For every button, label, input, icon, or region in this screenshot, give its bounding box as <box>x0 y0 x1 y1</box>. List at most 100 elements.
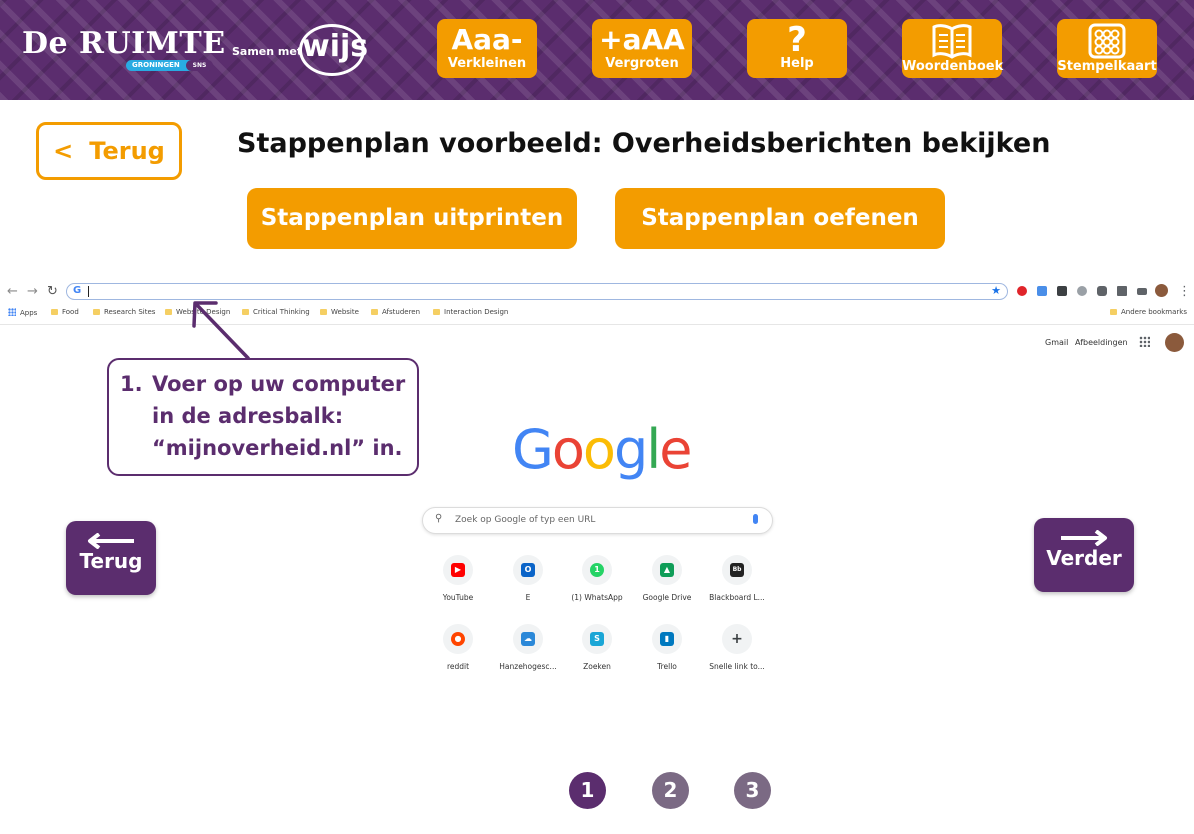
print-plan-button[interactable]: Stappenplan uitprinten <box>247 188 577 249</box>
google-account-avatar[interactable] <box>1165 333 1184 352</box>
instruction-number: 1. <box>120 372 143 396</box>
shortcut-label: Google Drive <box>642 593 692 602</box>
youtube-icon: ▶ <box>451 563 465 577</box>
extension-icon-5[interactable] <box>1097 286 1107 296</box>
puzzle-icon[interactable] <box>1117 286 1127 296</box>
extension-icon-2[interactable] <box>1037 286 1047 296</box>
google-search-box[interactable]: ⚲ Zoek op Google of typ een URL <box>422 507 773 534</box>
bookmark-apps[interactable]: Apps <box>8 308 37 317</box>
help-label: Help <box>780 56 814 71</box>
wijs-logo: wijs <box>299 24 368 76</box>
google-apps-icon[interactable] <box>1139 336 1150 347</box>
bookmark-website[interactable]: Website <box>320 308 359 316</box>
next-button[interactable]: Verder <box>1034 518 1134 592</box>
shortcut-google-drive[interactable]: ▲ Google Drive <box>637 555 697 602</box>
step-2-indicator[interactable]: 2 <box>652 772 689 809</box>
folder-icon <box>51 309 58 315</box>
practice-plan-button[interactable]: Stappenplan oefenen <box>615 188 945 249</box>
shortcut-zoeken[interactable]: S Zoeken <box>567 624 627 671</box>
zoeken-icon: S <box>590 632 604 646</box>
stamp-card-icon <box>1088 23 1126 59</box>
verkleinen-button[interactable]: Aaa- Verkleinen <box>437 19 537 78</box>
plus-icon: + <box>731 631 743 647</box>
chevron-left-icon: < <box>53 137 74 165</box>
arrow-left-icon <box>88 533 134 549</box>
extension-icon-4[interactable] <box>1077 286 1087 296</box>
shortcut-youtube[interactable]: ▶ YouTube <box>428 555 488 602</box>
vergroten-label: Vergroten <box>605 56 679 71</box>
bookmark-star-icon[interactable]: ★ <box>991 284 1001 297</box>
top-banner: De RUIMTE GRONINGEN SNS Samen met wijs A… <box>0 0 1194 100</box>
folder-icon <box>93 309 100 315</box>
profile-avatar[interactable] <box>1155 284 1168 297</box>
instruction-box: 1. Voer op uw computer in de adresbalk: … <box>107 358 419 476</box>
previous-button[interactable]: Terug <box>66 521 156 595</box>
folder-icon <box>165 309 172 315</box>
shortcut-label: Blackboard L... <box>709 593 765 602</box>
woordenboek-button[interactable]: Woordenboek <box>902 19 1004 78</box>
shortcut-label: Trello <box>657 662 677 671</box>
folder-icon <box>371 309 378 315</box>
page-title: Stappenplan voorbeeld: Overheidsberichte… <box>237 128 1051 159</box>
trello-icon: ▮ <box>660 632 674 646</box>
google-logo: Google <box>512 418 692 481</box>
vergroten-button[interactable]: +aAA Vergroten <box>592 19 692 78</box>
book-icon <box>932 24 972 59</box>
browser-reload-icon[interactable]: ↻ <box>47 284 58 299</box>
logo-de-ruimte[interactable]: De RUIMTE <box>22 26 226 61</box>
step-3-indicator[interactable]: 3 <box>734 772 771 809</box>
outlook-icon: O <box>521 563 535 577</box>
bookmark-food[interactable]: Food <box>51 308 79 316</box>
shortcut-whatsapp[interactable]: 1 (1) WhatsApp <box>567 555 627 602</box>
reading-list-icon[interactable] <box>1137 288 1147 295</box>
blackboard-icon: Bb <box>730 563 744 577</box>
shortcut-hanzehogeschool[interactable]: ☁ Hanzehogesc... <box>498 624 558 671</box>
google-drive-icon: ▲ <box>660 563 674 577</box>
shortcut-label: E <box>525 593 531 602</box>
search-placeholder: Zoek op Google of typ een URL <box>455 515 596 525</box>
shortcut-outlook[interactable]: OE <box>498 555 558 602</box>
browser-forward-icon[interactable]: → <box>27 284 38 299</box>
text-caret <box>88 286 89 297</box>
shortcut-blackboard[interactable]: Bb Blackboard L... <box>707 555 767 602</box>
question-icon: ? <box>787 20 807 60</box>
cloud-icon: ☁ <box>521 632 535 646</box>
woordenboek-label: Woordenboek <box>902 59 1004 74</box>
kebab-menu-icon[interactable]: ⋮ <box>1178 284 1191 299</box>
stempelkaart-label: Stempelkaart <box>1057 59 1157 74</box>
browser-back-icon[interactable]: ← <box>7 284 18 299</box>
folder-icon <box>433 309 440 315</box>
opera-ext-icon[interactable] <box>1017 286 1027 296</box>
instruction-text: Voer op uw computer in de adresbalk: “mi… <box>152 372 406 460</box>
shortcut-add[interactable]: + Snelle link to... <box>707 624 767 671</box>
search-icon: ⚲ <box>435 513 443 524</box>
bookmark-afstuderen[interactable]: Afstuderen <box>371 308 420 316</box>
reddit-icon: ● <box>451 632 465 646</box>
logo-sns: SNS <box>186 60 213 71</box>
shortcut-trello[interactable]: ▮ Trello <box>637 624 697 671</box>
shortcut-reddit[interactable]: ● reddit <box>428 624 488 671</box>
step-1-indicator[interactable]: 1 <box>569 772 606 809</box>
next-button-label: Verder <box>1046 546 1122 570</box>
bookmark-research-sites[interactable]: Research Sites <box>93 308 155 316</box>
apps-grid-icon <box>8 308 16 316</box>
help-button[interactable]: ? Help <box>747 19 847 78</box>
gmail-link[interactable]: Gmail <box>1045 338 1068 347</box>
font-smaller-icon: Aaa- <box>451 23 523 56</box>
shortcut-label: Hanzehogesc... <box>499 662 557 671</box>
microphone-icon[interactable] <box>753 514 758 524</box>
images-link[interactable]: Afbeeldingen <box>1075 338 1128 347</box>
stempelkaart-button[interactable]: Stempelkaart <box>1057 19 1157 78</box>
extension-icon-3[interactable] <box>1057 286 1067 296</box>
shortcut-label: YouTube <box>442 593 474 602</box>
shortcut-label: (1) WhatsApp <box>571 593 623 602</box>
google-favicon-icon: G <box>73 285 82 296</box>
bookmark-interaction-design[interactable]: Interaction Design <box>433 308 508 316</box>
previous-button-label: Terug <box>79 549 143 573</box>
whatsapp-icon: 1 <box>590 563 604 577</box>
back-button-label: Terug <box>89 137 165 165</box>
back-button-top[interactable]: < Terug <box>36 122 182 180</box>
bookmark-other[interactable]: Andere bookmarks <box>1110 308 1187 316</box>
samen-met-label: Samen met <box>232 45 303 58</box>
shortcut-label: Snelle link to... <box>709 662 765 671</box>
